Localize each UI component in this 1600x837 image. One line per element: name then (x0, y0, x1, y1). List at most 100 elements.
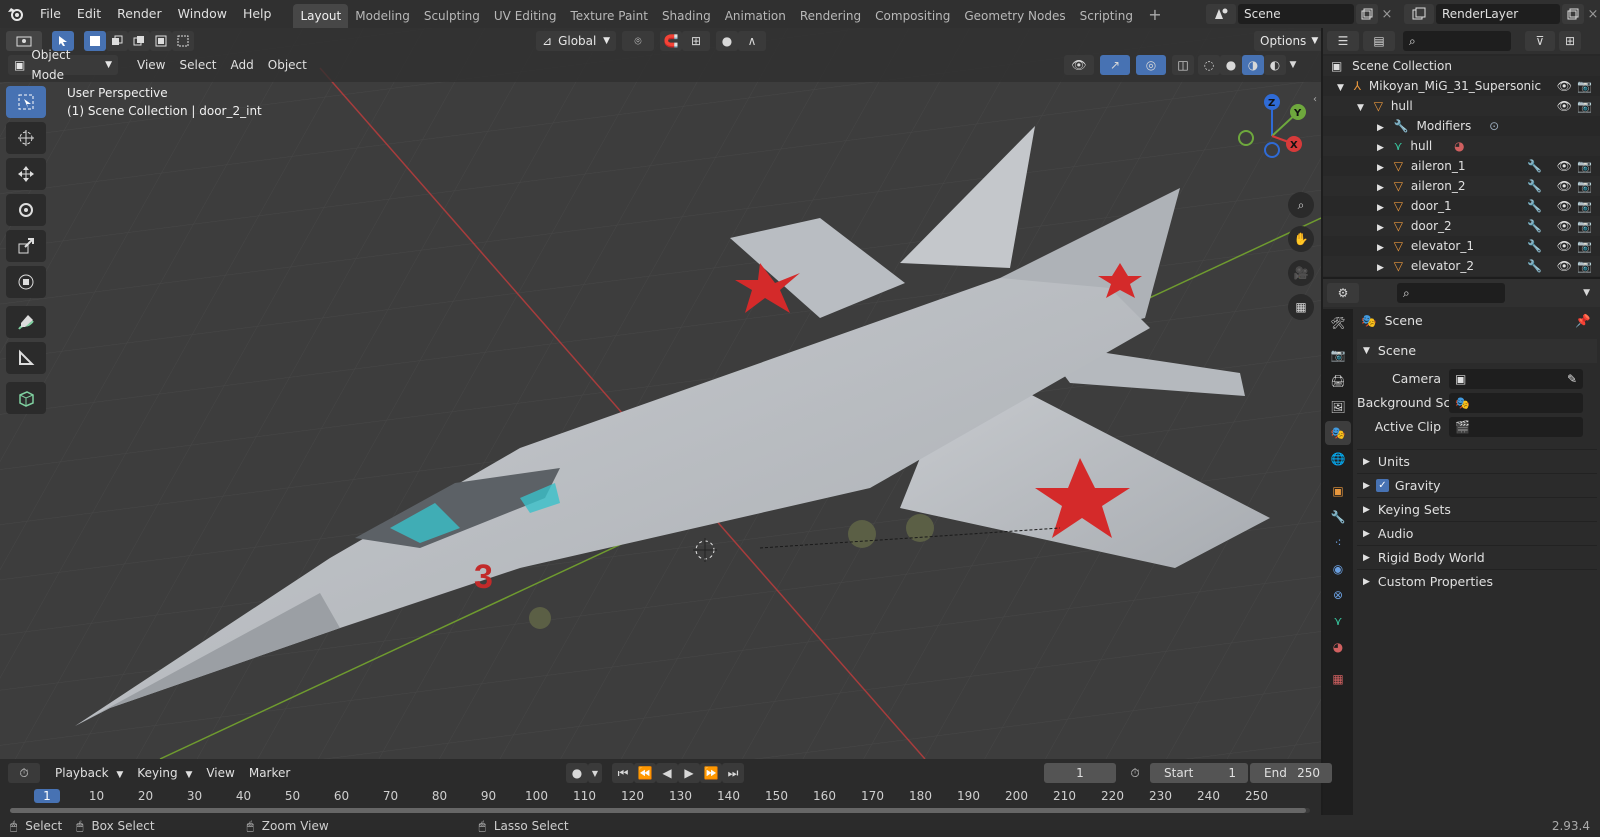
copy-scene-icon[interactable] (1356, 4, 1378, 24)
scrollbar-thumb[interactable] (10, 808, 1306, 813)
gravity-checkbox[interactable]: ✓ (1375, 479, 1389, 492)
expand-arrow-icon[interactable]: ▶ (1377, 123, 1384, 133)
properties-editor-icon[interactable]: ⚙ (1327, 283, 1359, 303)
world-tab-icon[interactable]: 🌐 (1325, 447, 1351, 471)
expand-arrow-icon[interactable]: ▼ (1357, 103, 1364, 113)
tool-tab-icon[interactable]: 🛠 (1325, 311, 1351, 335)
snap-icon[interactable]: 🧲 (660, 31, 682, 51)
gizmo-icon[interactable]: ↗ (1100, 55, 1130, 75)
wireframe-shading-icon[interactable]: ◌ (1198, 55, 1220, 75)
tab-uv-editing[interactable]: UV Editing (487, 4, 564, 28)
annotate-tool[interactable] (6, 306, 46, 338)
menu-window[interactable]: Window (170, 0, 235, 28)
cursor-tool[interactable] (6, 122, 46, 154)
outliner-editor-icon[interactable]: ☰ (1327, 31, 1359, 51)
eye-icon[interactable]: 👁 (1557, 196, 1572, 216)
camera-icon[interactable]: 📷 (1577, 196, 1592, 216)
move-tool[interactable] (6, 158, 46, 190)
eye-icon[interactable]: 👁 (1557, 156, 1572, 176)
outliner-row[interactable]: ▶ ▽ door_1 🔧 👁 📷 (1323, 196, 1600, 216)
texture-tab-icon[interactable]: ▦ (1325, 667, 1351, 691)
custom-properties-panel-header[interactable]: ▶ Custom Properties (1357, 569, 1597, 593)
current-frame-field[interactable]: 1 (1044, 763, 1116, 783)
eye-icon[interactable]: 👁 (1557, 76, 1572, 96)
view-layer-icon[interactable] (1404, 4, 1434, 24)
tab-animation[interactable]: Animation (718, 4, 793, 28)
camera-field[interactable]: ▣ ✎ (1449, 369, 1583, 389)
viewport-menu-add[interactable]: Add (224, 55, 261, 75)
particles-tab-icon[interactable]: ⁖ (1325, 531, 1351, 555)
add-cube-tool[interactable] (6, 382, 46, 414)
eye-icon[interactable]: 👁 (1557, 96, 1572, 116)
eye-icon[interactable]: 👁 (1557, 236, 1572, 256)
eye-icon[interactable]: 👁 (1557, 256, 1572, 276)
zoom-icon[interactable]: ⌕ (1288, 192, 1314, 218)
expand-arrow-icon[interactable]: ▶ (1377, 183, 1384, 193)
menu-render[interactable]: Render (109, 0, 170, 28)
frame-ruler[interactable]: 1 10 20 30 40 50 60 70 80 90 100 110 120… (28, 789, 1318, 803)
camera-view-icon[interactable]: 🎥 (1288, 260, 1314, 286)
camera-icon[interactable]: 📷 (1577, 216, 1592, 236)
options-dropdown[interactable]: Options ▼ (1254, 31, 1321, 51)
remove-view-layer-icon[interactable]: × (1584, 7, 1600, 22)
tab-rendering[interactable]: Rendering (793, 4, 868, 28)
expand-arrow-icon[interactable]: ▶ (1377, 143, 1384, 153)
outliner-search-input[interactable]: ⌕ (1403, 31, 1511, 51)
outliner-row[interactable]: ▶ ▽ door_2 🔧 👁 📷 (1323, 216, 1600, 236)
constraints-tab-icon[interactable]: ⊗ (1325, 583, 1351, 607)
menu-file[interactable]: File (32, 0, 69, 28)
scene-name-field[interactable]: Scene (1238, 4, 1354, 24)
keying-sets-panel-header[interactable]: ▶ Keying Sets (1357, 497, 1597, 521)
outliner-row[interactable]: ▶ ▽ elevator_2 🔧 👁 📷 (1323, 256, 1600, 276)
modifiers-tab-icon[interactable]: 🔧 (1325, 505, 1351, 529)
camera-icon[interactable]: 📷 (1577, 256, 1592, 276)
scale-tool[interactable] (6, 230, 46, 262)
add-workspace-icon[interactable]: + (1144, 5, 1166, 27)
camera-icon[interactable]: 📷 (1577, 176, 1592, 196)
expand-arrow-icon[interactable]: ▶ (1377, 203, 1384, 213)
tab-shading[interactable]: Shading (655, 4, 718, 28)
camera-icon[interactable]: 📷 (1577, 76, 1592, 96)
snap-target-icon[interactable]: ⊞ (682, 31, 710, 51)
material-shading-icon[interactable]: ◑ (1242, 55, 1264, 75)
camera-icon[interactable]: 📷 (1577, 236, 1592, 256)
falloff-icon[interactable]: ∧ (738, 31, 766, 51)
chevron-down-icon[interactable]: ▼ (1286, 60, 1300, 70)
menu-help[interactable]: Help (235, 0, 280, 28)
scene-panel-header[interactable]: ▼ Scene (1357, 339, 1597, 363)
select-extend-icon[interactable] (106, 31, 128, 51)
chevron-down-icon[interactable]: ▼ (1583, 288, 1590, 298)
timeline-scrollbar[interactable] (10, 808, 1310, 813)
active-clip-field[interactable]: 🎬 (1449, 417, 1583, 437)
select-invert-icon[interactable] (150, 31, 172, 51)
overlays-icon[interactable]: ◎ (1136, 55, 1166, 75)
tab-sculpting[interactable]: Sculpting (417, 4, 487, 28)
expand-arrow-icon[interactable]: ▶ (1377, 263, 1384, 273)
rigid-body-panel-header[interactable]: ▶ Rigid Body World (1357, 545, 1597, 569)
preview-range-icon[interactable]: ⏱ (1122, 766, 1148, 781)
remove-scene-icon[interactable]: × (1378, 7, 1396, 22)
material-tab-icon[interactable]: ◕ (1325, 635, 1351, 659)
view-layer-field[interactable]: RenderLayer (1436, 4, 1560, 24)
jump-end-icon[interactable]: ⏭ (722, 763, 744, 783)
scene-icon[interactable] (1206, 4, 1236, 24)
copy-view-layer-icon[interactable] (1562, 4, 1584, 24)
pin-icon[interactable]: 📌 (1575, 309, 1591, 333)
viewport-scene[interactable]: 3 (0, 28, 1321, 759)
record-options-icon[interactable]: ▼ (588, 763, 602, 783)
tab-layout[interactable]: Layout (293, 4, 349, 28)
physics-tab-icon[interactable]: ◉ (1325, 557, 1351, 581)
gravity-panel-header[interactable]: ▶ ✓ Gravity (1357, 473, 1597, 497)
timeline-menu-view[interactable]: View (199, 763, 241, 783)
jump-start-icon[interactable]: ⏮ (612, 763, 634, 783)
select-subtract-icon[interactable] (128, 31, 150, 51)
transform-tool[interactable] (6, 266, 46, 298)
timeline-editor-icon[interactable]: ⏱ (8, 763, 40, 783)
scene-collection-row[interactable]: ▣ Scene Collection (1323, 56, 1600, 76)
outliner-row[interactable]: ▼ ⅄ Mikoyan_MiG_31_Supersonic 👁 📷 (1323, 76, 1600, 96)
rotate-tool[interactable] (6, 194, 46, 226)
ortho-grid-icon[interactable]: ▦ (1288, 294, 1314, 320)
filter-icon[interactable]: ⊽ (1525, 31, 1555, 51)
play-reverse-icon[interactable]: ◀ (656, 763, 678, 783)
expand-arrow-icon[interactable]: ▶ (1377, 223, 1384, 233)
